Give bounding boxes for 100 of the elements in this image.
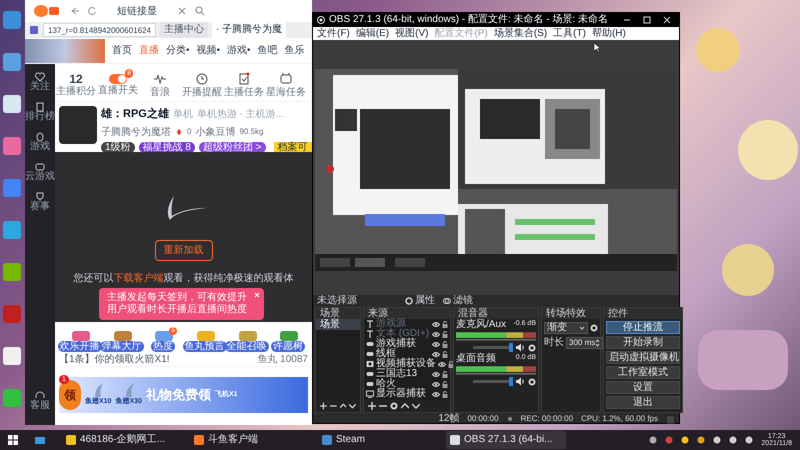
room-tag[interactable]: 1级粉 xyxy=(101,142,135,152)
lock-icon[interactable] xyxy=(442,390,448,398)
source-item[interactable]: 视频捕获设备 xyxy=(376,359,436,369)
nav-link[interactable]: 鱼吧 xyxy=(258,43,278,58)
control-button[interactable]: 工作室模式 xyxy=(606,366,680,379)
address-field[interactable]: 137_r=0.8148942000601624 xyxy=(43,23,156,37)
taskbar-button[interactable]: OBS 27.1.3 (64-bi... xyxy=(446,431,566,449)
menu-item[interactable]: 文件(F) xyxy=(317,28,350,38)
desktop-shortcut-icon[interactable] xyxy=(2,346,22,366)
gift-icon[interactable] xyxy=(278,331,298,341)
gift-icon[interactable] xyxy=(70,331,90,341)
source-item[interactable]: 线框 xyxy=(376,349,430,359)
taskbar-button[interactable]: Steam xyxy=(318,431,438,449)
spinner-icon[interactable] xyxy=(595,339,600,347)
reload-button[interactable]: 重新加载 xyxy=(154,240,212,261)
sidebar-icon[interactable] xyxy=(35,132,45,142)
browser-tab[interactable]: 主播中心 xyxy=(160,22,208,38)
sidebar-label[interactable]: 关注 xyxy=(30,82,50,92)
search-icon[interactable] xyxy=(195,6,205,16)
sidebar-icon[interactable] xyxy=(35,162,45,172)
ad-icon[interactable] xyxy=(279,72,293,86)
start-icon[interactable] xyxy=(8,435,18,445)
speaker-icon[interactable] xyxy=(516,343,525,352)
sidebar-label[interactable]: 游戏 xyxy=(30,142,50,152)
add-icon[interactable] xyxy=(368,402,376,410)
sidebar-icon[interactable] xyxy=(35,102,45,112)
browser-tab[interactable]: · 子腾腾兮为魔 xyxy=(212,22,286,38)
menu-item[interactable]: 帮助(H) xyxy=(592,28,626,38)
source-item[interactable]: 三国志13 xyxy=(376,369,430,379)
properties-button[interactable]: 属性 xyxy=(405,296,435,306)
nav-link[interactable]: 游戏• xyxy=(227,43,251,58)
transition-dropdown[interactable]: 渐变 xyxy=(544,322,588,334)
room-tag[interactable]: 福星挑战 8 xyxy=(138,142,195,152)
filters-button[interactable]: 滤镜 xyxy=(443,296,473,306)
room-tag[interactable]: 超级粉丝团 > xyxy=(198,142,266,152)
gear-icon[interactable] xyxy=(590,324,598,332)
stat-label[interactable]: 直播开关 xyxy=(98,86,138,96)
stat-label[interactable]: 星海任务 xyxy=(266,88,306,98)
gift-icon[interactable] xyxy=(153,331,173,341)
stat-label[interactable]: 音浪 xyxy=(150,88,170,98)
menu-item[interactable]: 视图(V) xyxy=(395,28,428,38)
source-item[interactable]: 显示器捕获 xyxy=(376,389,430,399)
menu-item[interactable]: 场景集合(S) xyxy=(494,28,548,38)
lock-icon[interactable] xyxy=(448,360,454,368)
control-button[interactable]: 开始录制 xyxy=(606,336,680,349)
gift-label[interactable]: 欢乐开播 xyxy=(58,341,102,352)
gift-label[interactable]: 全能召唤 xyxy=(224,341,268,352)
download-client-link[interactable]: 下载客户端 xyxy=(114,273,164,284)
control-button[interactable]: 启动虚拟摄像机 xyxy=(606,351,680,364)
stat-label[interactable]: 主播积分 xyxy=(56,86,96,96)
lock-icon[interactable] xyxy=(442,340,448,348)
speaker-icon[interactable] xyxy=(516,377,525,386)
nav-link[interactable]: 鱼乐 xyxy=(284,43,305,58)
volume-thumb[interactable] xyxy=(509,377,513,386)
lock-icon[interactable] xyxy=(442,380,448,388)
sidebar-icon[interactable] xyxy=(35,72,45,82)
nav-link[interactable]: 首页 xyxy=(112,43,132,58)
lock-icon[interactable] xyxy=(442,330,448,338)
source-item[interactable]: 游戏捕获 xyxy=(376,339,430,349)
gift-label[interactable]: 弹幕大厅 xyxy=(100,341,144,352)
eye-icon[interactable] xyxy=(432,380,440,388)
maximize-icon[interactable] xyxy=(643,16,651,24)
refresh-icon[interactable] xyxy=(87,6,97,16)
lock-icon[interactable] xyxy=(442,370,448,378)
add-icon[interactable] xyxy=(320,402,327,410)
claim-button[interactable]: 领 xyxy=(59,380,81,410)
eye-icon[interactable] xyxy=(432,390,440,398)
source-item[interactable]: 哈火 xyxy=(376,379,430,389)
sidebar-label[interactable]: 客服 xyxy=(30,401,50,411)
sidebar-label[interactable]: 排行榜 xyxy=(25,112,55,122)
sidebar-icon[interactable] xyxy=(35,391,45,401)
gift-label[interactable]: 许愿树 xyxy=(271,341,305,352)
clock-icon[interactable] xyxy=(195,72,209,86)
lock-icon[interactable] xyxy=(442,350,448,358)
control-button[interactable]: 设置 xyxy=(606,381,680,394)
desktop-shortcut-icon[interactable] xyxy=(2,10,22,30)
scene-item[interactable]: 场景 xyxy=(316,319,360,330)
lock-icon[interactable] xyxy=(442,320,448,328)
gear-icon[interactable] xyxy=(390,402,398,410)
nav-link[interactable]: 视频• xyxy=(196,43,220,58)
gift-label[interactable]: 鱼丸预言 xyxy=(182,341,226,352)
control-button[interactable]: 停止推流 xyxy=(606,321,680,334)
eye-icon[interactable] xyxy=(432,340,440,348)
nav-link[interactable]: 分类• xyxy=(166,43,190,58)
gift-icon[interactable] xyxy=(112,331,132,341)
taskbar-button[interactable]: 斗鱼客户端 xyxy=(190,431,310,449)
desktop-shortcut-icon[interactable] xyxy=(2,52,22,72)
volume-thumb[interactable] xyxy=(509,343,513,352)
eye-icon[interactable] xyxy=(432,350,440,358)
sidebar-icon[interactable] xyxy=(35,192,45,202)
archive-button[interactable]: 档案可 xyxy=(274,142,312,152)
menu-item[interactable]: 工具(T) xyxy=(553,28,586,38)
control-button[interactable]: 退出 xyxy=(606,396,680,409)
back-arrow-icon[interactable] xyxy=(69,6,79,16)
desktop-shortcut-icon[interactable] xyxy=(2,94,22,114)
close-icon[interactable] xyxy=(663,16,671,24)
task-view-icon[interactable] xyxy=(34,435,46,445)
sidebar-label[interactable]: 云游戏 xyxy=(25,172,55,182)
stat-label[interactable]: 开播提醒 xyxy=(182,88,222,98)
gear-icon[interactable] xyxy=(528,378,536,386)
